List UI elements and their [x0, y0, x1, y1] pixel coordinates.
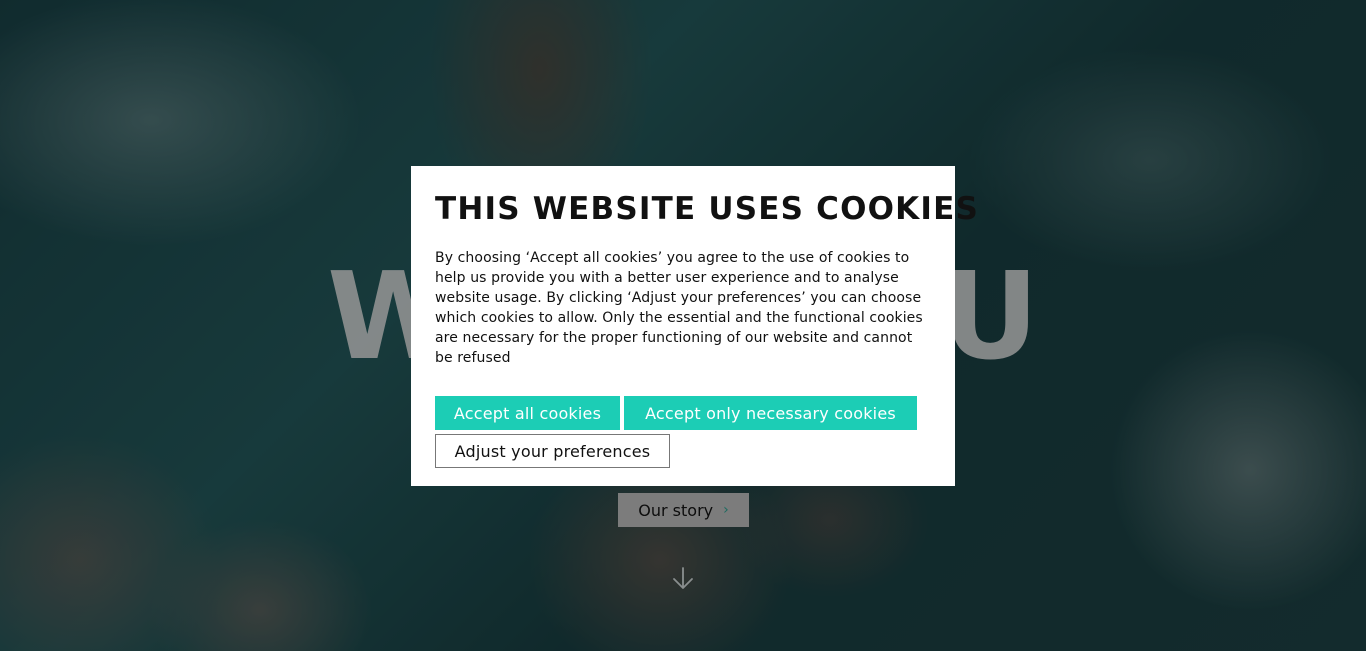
cookie-dialog-title: THIS WEBSITE USES COOKIES	[435, 191, 980, 227]
hero-heading-right-letter: U	[941, 248, 1039, 387]
cookie-dialog-body: By choosing ‘Accept all cookies’ you agr…	[435, 250, 923, 366]
cookie-dialog-actions: Accept all cookies Accept only necessary…	[435, 396, 931, 468]
adjust-preferences-button[interactable]: Adjust your preferences	[435, 434, 670, 468]
arrow-down-icon[interactable]	[671, 566, 695, 592]
our-story-label: Our story	[638, 500, 714, 520]
our-story-button[interactable]: Our story ›	[618, 493, 749, 527]
cookie-consent-dialog: THIS WEBSITE USES COOKIES By choosing ‘A…	[411, 166, 980, 486]
chevron-right-icon: ›	[723, 502, 729, 518]
accept-all-cookies-button[interactable]: Accept all cookies	[435, 396, 620, 430]
accept-necessary-cookies-button[interactable]: Accept only necessary cookies	[624, 396, 917, 430]
